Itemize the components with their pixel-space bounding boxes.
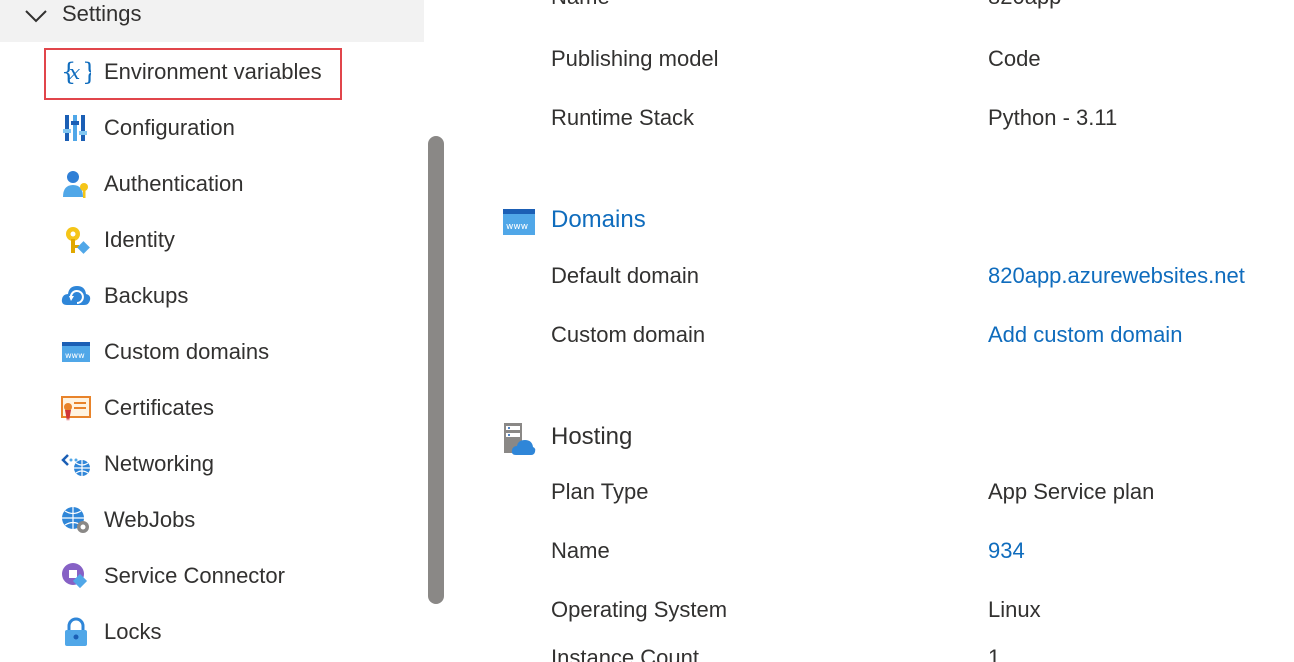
svg-text:www: www (506, 222, 528, 232)
property-value: App Service plan (988, 479, 1155, 504)
sidebar-item-label: Networking (104, 451, 215, 476)
property-value: Linux (988, 597, 1041, 622)
property-value: Code (988, 46, 1041, 71)
networking-icon (61, 449, 91, 479)
property-row-operating-system: Operating System Linux (551, 597, 1291, 637)
sidebar-item-label: Backups (104, 283, 189, 308)
webjobs-icon (61, 505, 91, 535)
locks-icon (61, 617, 91, 647)
selection-highlight-box (44, 48, 342, 100)
property-value: Python - 3.11 (988, 105, 1118, 130)
domains-section-title[interactable]: Domains (551, 206, 646, 234)
hosting-section-title: Hosting (551, 423, 633, 450)
property-key: Custom domain (551, 322, 706, 347)
sidebar-scrollbar-thumb[interactable] (428, 136, 444, 604)
domains-icon: www (502, 205, 536, 239)
settings-group-header[interactable]: Settings (0, 0, 424, 42)
plan-name-link[interactable]: 934 (988, 538, 1025, 564)
service-connector-icon (61, 561, 91, 591)
sidebar-item-label: WebJobs (104, 507, 196, 532)
sidebar-item-service-connector[interactable]: Service Connector (0, 548, 424, 604)
property-key: Name (551, 0, 610, 10)
sidebar-item-authentication[interactable]: Authentication (0, 156, 424, 212)
app-overview-properties: Name 820app Publishing model Code Runtim… (450, 0, 1294, 662)
property-value: 820app (988, 0, 1061, 10)
property-row-runtime-stack: Runtime Stack Python - 3.11 (551, 105, 1291, 145)
sidebar-item-certificates[interactable]: Certificates (0, 380, 424, 436)
property-key: Instance Count (551, 645, 699, 662)
property-row-plan-type: Plan Type App Service plan (551, 479, 1291, 519)
sidebar-item-label: Locks (104, 619, 162, 644)
sidebar-item-networking[interactable]: Networking (0, 436, 424, 492)
sidebar-item-custom-domains[interactable]: www Custom domains (0, 324, 424, 380)
sidebar-item-backups[interactable]: Backups (0, 268, 424, 324)
property-value: 1 (988, 645, 1001, 662)
sidebar-item-label: Configuration (104, 115, 235, 140)
sidebar-item-identity[interactable]: Identity (0, 212, 424, 268)
authentication-icon (61, 169, 91, 199)
sidebar-item-label: Certificates (104, 395, 215, 420)
backups-icon (61, 281, 91, 311)
default-domain-link[interactable]: 820app.azurewebsites.net (988, 263, 1245, 289)
svg-text:www: www (65, 351, 85, 360)
identity-icon (61, 225, 91, 255)
property-key: Plan Type (551, 479, 649, 504)
property-row-default-domain: Default domain 820app.azurewebsites.net (551, 263, 1291, 303)
sidebar-item-label: Authentication (104, 171, 244, 196)
property-key: Default domain (551, 263, 699, 288)
configuration-icon (61, 113, 91, 143)
settings-sidebar: Settings { x } Environment variables Con… (0, 0, 424, 662)
property-key: Publishing model (551, 46, 719, 71)
sidebar-item-label: Identity (104, 227, 175, 252)
sidebar-item-webjobs[interactable]: WebJobs (0, 492, 424, 548)
property-row-name: Name 820app (551, 0, 1291, 24)
settings-group-label: Settings (62, 1, 142, 26)
property-row-plan-name: Name 934 (551, 538, 1291, 578)
certificates-icon (61, 393, 91, 423)
property-row-instance-count: Instance Count 1 (551, 645, 1291, 662)
property-key: Runtime Stack (551, 105, 695, 130)
sidebar-item-locks[interactable]: Locks (0, 604, 424, 660)
hosting-icon (502, 422, 536, 456)
sidebar-item-label: Custom domains (104, 339, 270, 364)
sidebar-item-configuration[interactable]: Configuration (0, 100, 424, 156)
add-custom-domain-link[interactable]: Add custom domain (988, 322, 1182, 348)
property-key: Name (551, 538, 610, 563)
chevron-down-icon[interactable] (24, 6, 48, 26)
sidebar-item-label: Service Connector (104, 563, 285, 588)
property-row-publishing-model: Publishing model Code (551, 46, 1291, 86)
property-row-custom-domain: Custom domain Add custom domain (551, 322, 1291, 362)
property-key: Operating System (551, 597, 728, 622)
custom-domains-icon: www (61, 337, 91, 367)
